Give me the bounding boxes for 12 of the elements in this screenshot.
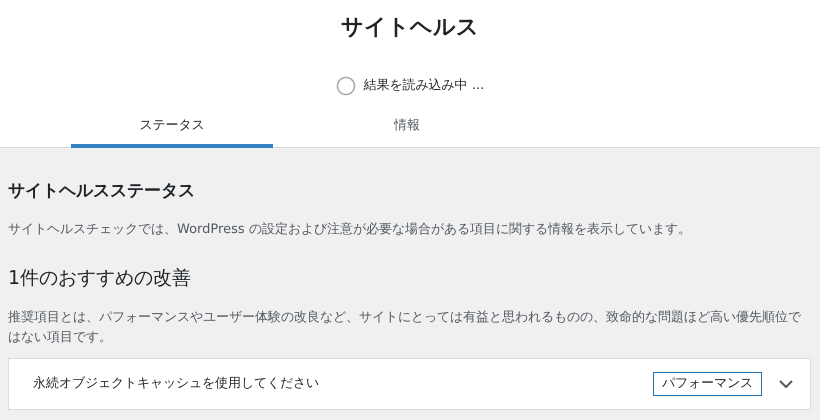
section-description: サイトヘルスチェックでは、WordPress の設定および注意が必要な場合がある項目に関する情報を表示しています。 xyxy=(8,221,692,240)
tab[interactable]: 情報 xyxy=(273,108,541,148)
section-heading: 1件のおすすめの改善 xyxy=(8,267,192,290)
page-title: サイトヘルス xyxy=(340,14,480,42)
accordion-item[interactable]: 永続オブジェクトキャッシュを使用してください パフォーマンス xyxy=(8,358,811,410)
loading-text: 結果を読み込み中 ... xyxy=(364,77,484,96)
section-heading: サイトヘルスステータス xyxy=(8,181,196,202)
loading-circle-icon xyxy=(336,76,356,96)
section-description: 推奨項目とは、パフォーマンスやユーザー体験の改良など、サイトにとっては有益と思われるものの、致命的な問題ほど高い優先順位ではない項目です。 xyxy=(8,309,802,348)
item-title: 永続オブジェクトキャッシュを使用してください xyxy=(33,375,320,394)
tab[interactable]: ステータス xyxy=(71,108,273,148)
category-tag: パフォーマンス xyxy=(653,372,762,396)
